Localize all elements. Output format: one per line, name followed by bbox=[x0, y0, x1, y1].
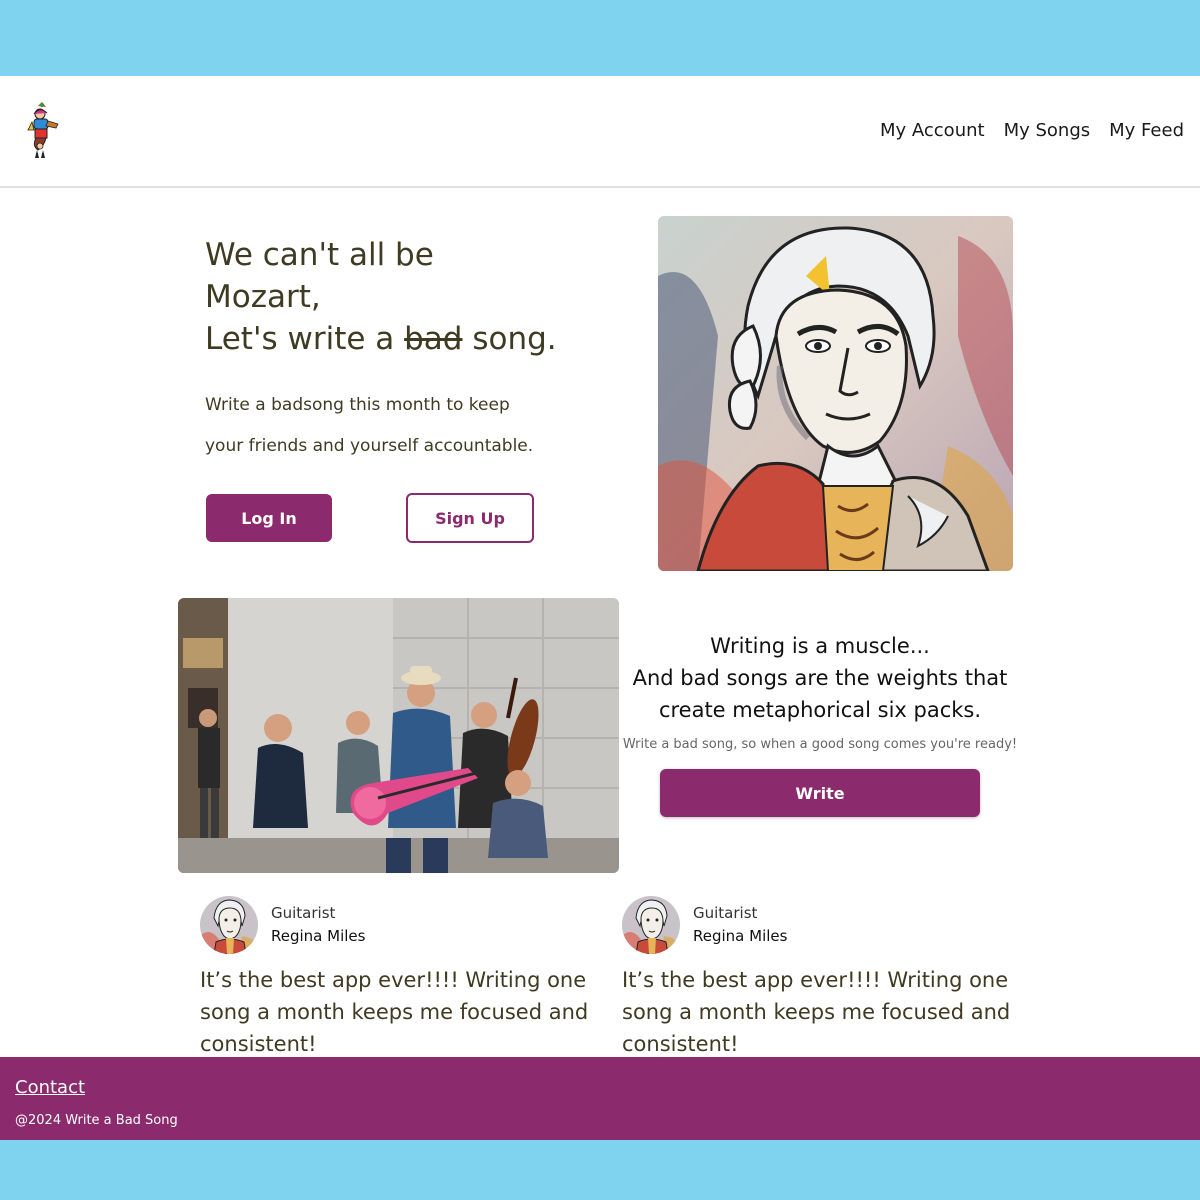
copyright-text: @2024 Write a Bad Song bbox=[15, 1113, 178, 1128]
hero-subtitle: Write a badsong this month to keep your … bbox=[205, 385, 565, 467]
muscle-line3: create metaphorical six packs. bbox=[658, 698, 982, 722]
testimonial-quote: It’s the best app ever!!!! Writing one s… bbox=[622, 968, 1011, 1056]
page: My Account My Songs My Feed We can't all… bbox=[0, 76, 1200, 1140]
hero-title-line2: Mozart, bbox=[205, 279, 321, 315]
jester-musician-logo-icon[interactable] bbox=[24, 100, 64, 160]
muscle-subtext: Write a bad song, so when a good song co… bbox=[622, 737, 1018, 752]
site-header: My Account My Songs My Feed bbox=[0, 76, 1200, 188]
hero-title-strike-word: bad bbox=[404, 321, 463, 357]
signup-button[interactable]: Sign Up bbox=[406, 493, 534, 543]
nav-my-songs[interactable]: My Songs bbox=[1004, 120, 1091, 141]
write-button[interactable]: Write bbox=[660, 769, 980, 817]
hero-title: We can't all be Mozart, Let's write a ba… bbox=[205, 234, 625, 360]
hero-subtitle-line2: your friends and yourself accountable. bbox=[205, 436, 534, 456]
login-button[interactable]: Log In bbox=[206, 494, 332, 542]
hero-title-line3-pre: Let's write a bbox=[205, 321, 405, 357]
main-nav: My Account My Songs My Feed bbox=[880, 120, 1184, 141]
contact-link[interactable]: Contact bbox=[15, 1077, 85, 1098]
testimonial-role: Guitarist bbox=[271, 904, 336, 922]
nav-my-account[interactable]: My Account bbox=[880, 120, 985, 141]
site-footer: Contact @2024 Write a Bad Song bbox=[0, 1057, 1200, 1140]
hero-title-line1: We can't all be bbox=[205, 237, 434, 273]
testimonial-quote: It’s the best app ever!!!! Writing one s… bbox=[200, 968, 589, 1056]
testimonial-role: Guitarist bbox=[693, 904, 758, 922]
hero-title-line3-post: song. bbox=[462, 321, 557, 357]
hero-subtitle-line1: Write a badsong this month to keep bbox=[205, 395, 510, 415]
testimonial-name: Regina Miles bbox=[693, 927, 788, 945]
muscle-heading: Writing is a muscle... And bad songs are… bbox=[624, 630, 1016, 726]
mozart-painting-image bbox=[658, 216, 1013, 571]
avatar bbox=[622, 896, 680, 954]
avatar bbox=[200, 896, 258, 954]
muscle-line1: Writing is a muscle... bbox=[710, 634, 930, 658]
muscle-line2: And bad songs are the weights that bbox=[632, 666, 1008, 690]
testimonial-name: Regina Miles bbox=[271, 927, 366, 945]
street-band-photo bbox=[178, 598, 619, 873]
nav-my-feed[interactable]: My Feed bbox=[1109, 120, 1184, 141]
